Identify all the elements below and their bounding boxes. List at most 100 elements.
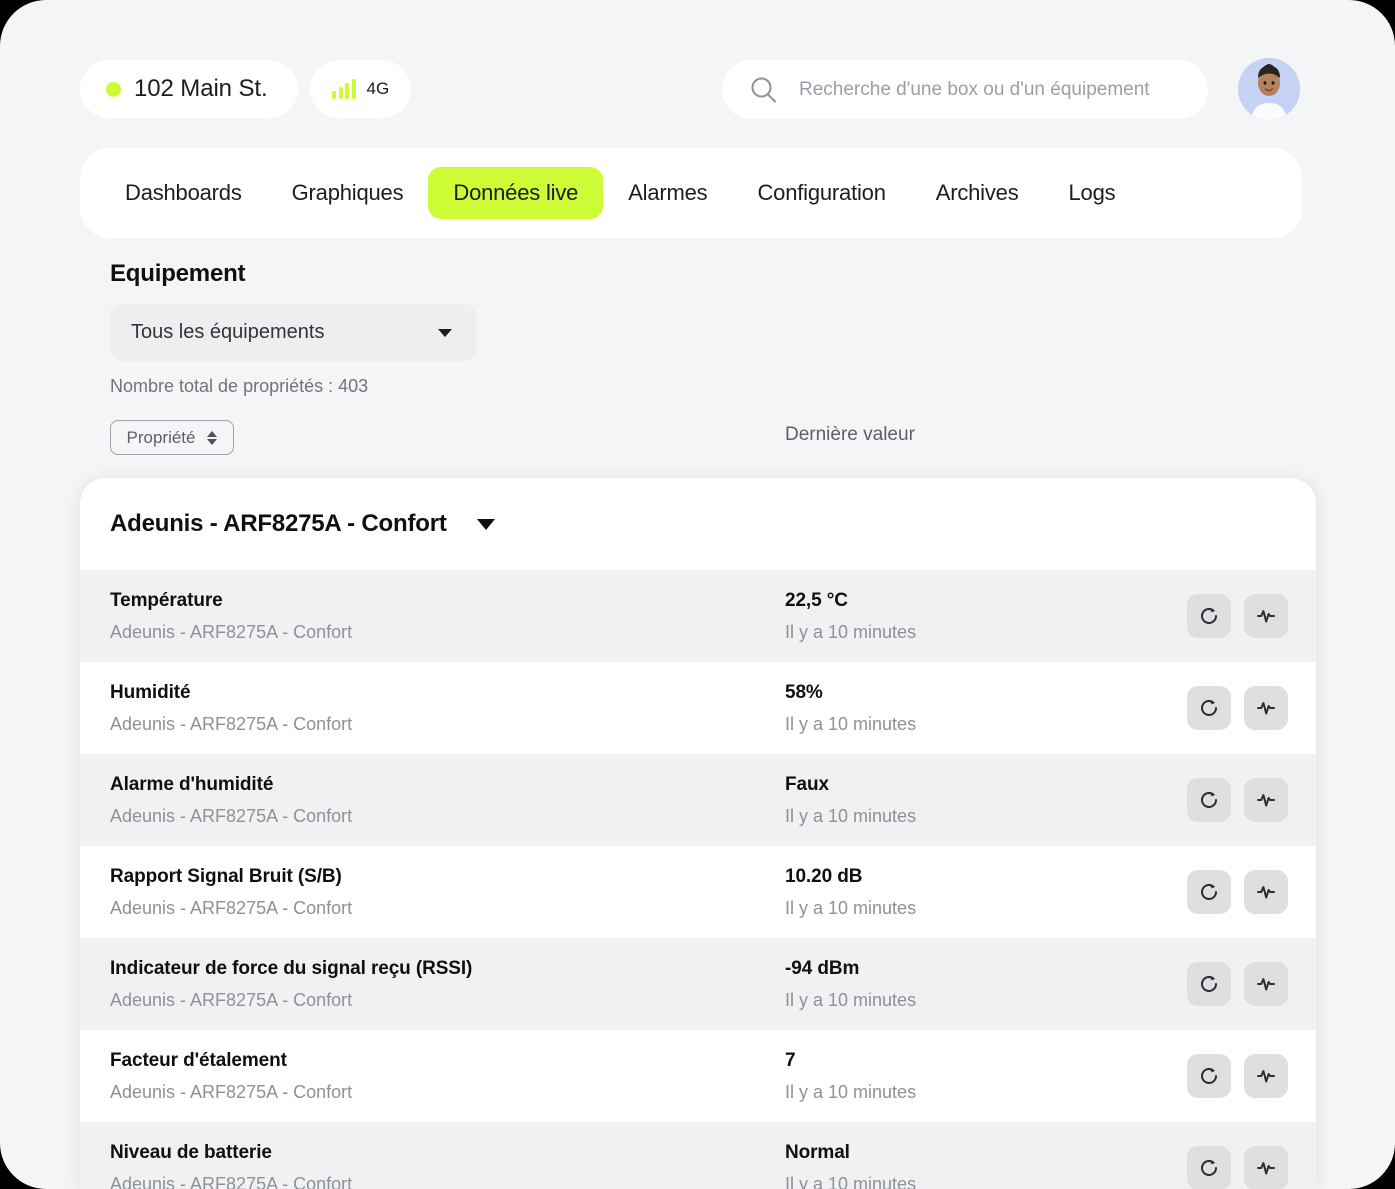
content-area: Equipement Tous les équipements Nombre t…: [0, 238, 1395, 1189]
row-device-name: Adeunis - ARF8275A - Confort: [110, 898, 785, 919]
row-device-name: Adeunis - ARF8275A - Confort: [110, 990, 785, 1011]
row-value-cell: -94 dBm Il y a 10 minutes: [785, 958, 1145, 1011]
row-actions: [1187, 870, 1288, 914]
live-data-rows: Température Adeunis - ARF8275A - Confort…: [80, 570, 1316, 1189]
status-online-dot: [106, 82, 121, 97]
row-last-value: 58%: [785, 682, 1145, 704]
activity-icon: [1255, 881, 1277, 903]
site-name-label: 102 Main St.: [134, 75, 268, 103]
row-device-name: Adeunis - ARF8275A - Confort: [110, 1174, 785, 1189]
sort-property-label: Propriété: [127, 428, 196, 448]
row-timestamp: Il y a 10 minutes: [785, 1174, 1145, 1189]
row-property-name: Rapport Signal Bruit (S/B): [110, 866, 785, 888]
total-properties-label: Nombre total de propriétés : 403: [110, 376, 368, 397]
refresh-button[interactable]: [1187, 1146, 1231, 1189]
chart-button[interactable]: [1244, 1146, 1288, 1189]
refresh-button[interactable]: [1187, 962, 1231, 1006]
refresh-icon: [1198, 605, 1220, 627]
row-value-cell: 10.20 dB Il y a 10 minutes: [785, 866, 1145, 919]
network-status-pill: 4G: [310, 60, 411, 118]
sort-arrows-icon: [207, 431, 217, 445]
row-property-name: Indicateur de force du signal reçu (RSSI…: [110, 958, 785, 980]
chart-button[interactable]: [1244, 870, 1288, 914]
tab-graphiques[interactable]: Graphiques: [267, 167, 429, 219]
activity-icon: [1255, 973, 1277, 995]
table-row[interactable]: Indicateur de force du signal reçu (RSSI…: [80, 938, 1316, 1030]
page-title: Equipement: [110, 260, 245, 288]
chart-button[interactable]: [1244, 594, 1288, 638]
network-type-label: 4G: [367, 79, 390, 99]
tab-archives[interactable]: Archives: [911, 167, 1044, 219]
row-device-name: Adeunis - ARF8275A - Confort: [110, 622, 785, 643]
refresh-button[interactable]: [1187, 686, 1231, 730]
row-device-name: Adeunis - ARF8275A - Confort: [110, 714, 785, 735]
row-value-cell: 58% Il y a 10 minutes: [785, 682, 1145, 735]
table-row[interactable]: Rapport Signal Bruit (S/B) Adeunis - ARF…: [80, 846, 1316, 938]
tab-configuration[interactable]: Configuration: [732, 167, 910, 219]
row-last-value: Faux: [785, 774, 1145, 796]
chart-button[interactable]: [1244, 962, 1288, 1006]
activity-icon: [1255, 1157, 1277, 1179]
row-timestamp: Il y a 10 minutes: [785, 1082, 1145, 1103]
sort-property-select[interactable]: Propriété: [110, 420, 234, 455]
signal-bars-icon: [332, 79, 356, 99]
refresh-icon: [1198, 789, 1220, 811]
row-property-name: Alarme d'humidité: [110, 774, 785, 796]
row-value-cell: Normal Il y a 10 minutes: [785, 1142, 1145, 1189]
row-property-cell: Indicateur de force du signal reçu (RSSI…: [110, 958, 785, 1011]
column-header-last-value: Dernière valeur: [785, 424, 915, 446]
chevron-down-icon: [438, 329, 452, 337]
row-timestamp: Il y a 10 minutes: [785, 714, 1145, 735]
row-last-value: Normal: [785, 1142, 1145, 1164]
activity-icon: [1255, 697, 1277, 719]
tab-logs[interactable]: Logs: [1044, 167, 1141, 219]
search-icon: [750, 76, 777, 103]
activity-icon: [1255, 1065, 1277, 1087]
row-actions: [1187, 686, 1288, 730]
row-property-cell: Facteur d'étalement Adeunis - ARF8275A -…: [110, 1050, 785, 1103]
row-property-name: Humidité: [110, 682, 785, 704]
device-group-header[interactable]: Adeunis - ARF8275A - Confort: [80, 478, 1316, 570]
activity-icon: [1255, 605, 1277, 627]
row-timestamp: Il y a 10 minutes: [785, 898, 1145, 919]
row-value-cell: Faux Il y a 10 minutes: [785, 774, 1145, 827]
row-value-cell: 7 Il y a 10 minutes: [785, 1050, 1145, 1103]
chart-button[interactable]: [1244, 1054, 1288, 1098]
user-avatar[interactable]: [1238, 58, 1300, 120]
row-timestamp: Il y a 10 minutes: [785, 990, 1145, 1011]
row-last-value: -94 dBm: [785, 958, 1145, 980]
refresh-button[interactable]: [1187, 594, 1231, 638]
row-property-cell: Niveau de batterie Adeunis - ARF8275A - …: [110, 1142, 785, 1189]
app-window: 102 Main St. 4G: [0, 0, 1395, 1189]
tab-dashboards[interactable]: Dashboards: [100, 167, 267, 219]
table-row[interactable]: Alarme d'humidité Adeunis - ARF8275A - C…: [80, 754, 1316, 846]
table-row[interactable]: Niveau de batterie Adeunis - ARF8275A - …: [80, 1122, 1316, 1189]
search-bar[interactable]: [722, 60, 1208, 119]
search-input[interactable]: [799, 60, 1199, 119]
table-row[interactable]: Humidité Adeunis - ARF8275A - Confort 58…: [80, 662, 1316, 754]
chart-button[interactable]: [1244, 686, 1288, 730]
row-property-cell: Humidité Adeunis - ARF8275A - Confort: [110, 682, 785, 735]
refresh-button[interactable]: [1187, 778, 1231, 822]
refresh-button[interactable]: [1187, 870, 1231, 914]
row-value-cell: 22,5 °C Il y a 10 minutes: [785, 590, 1145, 643]
table-row[interactable]: Facteur d'étalement Adeunis - ARF8275A -…: [80, 1030, 1316, 1122]
table-row[interactable]: Température Adeunis - ARF8275A - Confort…: [80, 570, 1316, 662]
refresh-icon: [1198, 1065, 1220, 1087]
live-data-card: Adeunis - ARF8275A - Confort Température…: [80, 478, 1316, 1189]
row-property-cell: Alarme d'humidité Adeunis - ARF8275A - C…: [110, 774, 785, 827]
tab-donnees-live[interactable]: Données live: [428, 167, 603, 219]
row-last-value: 7: [785, 1050, 1145, 1072]
row-last-value: 22,5 °C: [785, 590, 1145, 612]
site-selector-pill[interactable]: 102 Main St.: [80, 60, 298, 118]
refresh-button[interactable]: [1187, 1054, 1231, 1098]
row-device-name: Adeunis - ARF8275A - Confort: [110, 1082, 785, 1103]
row-timestamp: Il y a 10 minutes: [785, 622, 1145, 643]
row-last-value: 10.20 dB: [785, 866, 1145, 888]
device-group-title: Adeunis - ARF8275A - Confort: [110, 510, 447, 538]
equipment-select[interactable]: Tous les équipements: [110, 304, 476, 361]
refresh-icon: [1198, 1157, 1220, 1179]
row-actions: [1187, 594, 1288, 638]
chart-button[interactable]: [1244, 778, 1288, 822]
tab-alarmes[interactable]: Alarmes: [603, 167, 732, 219]
